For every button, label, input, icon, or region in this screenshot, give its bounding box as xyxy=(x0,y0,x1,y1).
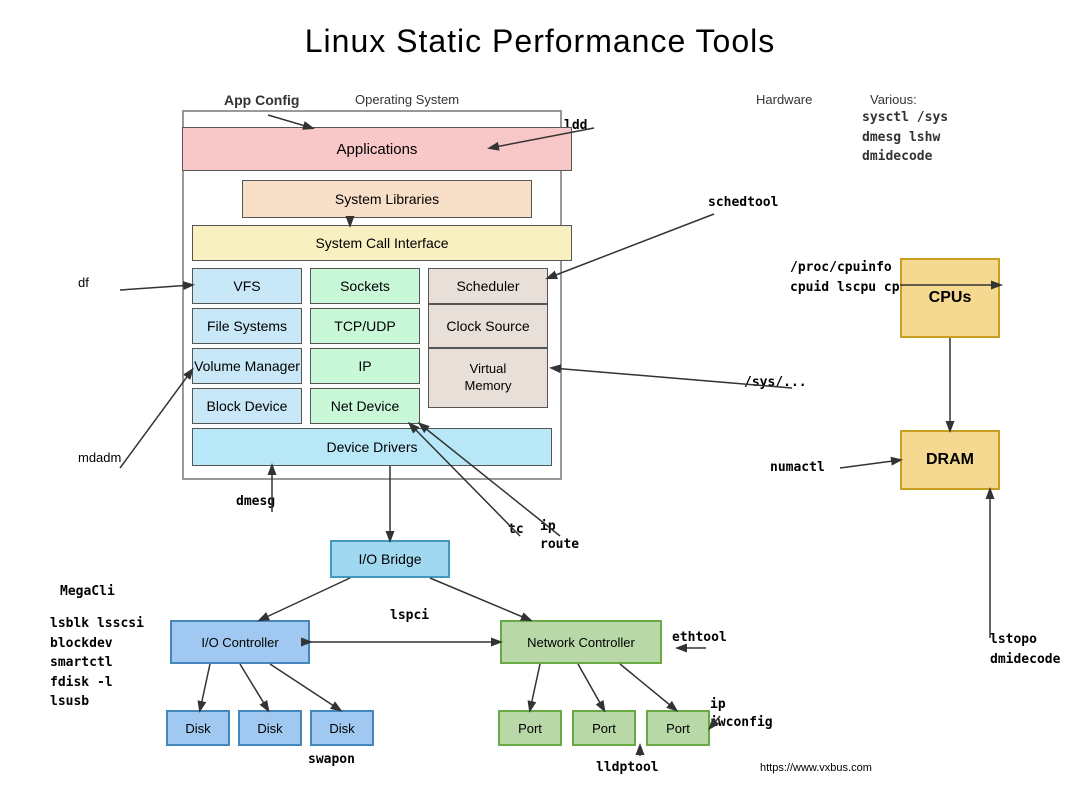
device-drivers-box: Device Drivers xyxy=(192,428,552,466)
system-call-interface-box: System Call Interface xyxy=(192,225,572,261)
swapon-label: swapon xyxy=(308,752,355,767)
lstopo-label: lstopo dmidecode xyxy=(990,630,1060,669)
schedtool-label: schedtool xyxy=(708,195,778,210)
port-box-2: Port xyxy=(572,710,636,746)
virtual-memory-box: Virtual Memory xyxy=(428,348,548,408)
website-label: https://www.vxbus.com xyxy=(760,762,872,774)
scheduler-box: Scheduler xyxy=(428,268,548,304)
ip-iwconfig-label: ip iwconfig xyxy=(710,696,773,732)
os-label: Operating System xyxy=(355,92,459,107)
various-tools: sysctl /sys dmesg lshw dmidecode xyxy=(862,108,948,167)
df-label: df xyxy=(78,275,89,290)
app-config-label: App Config xyxy=(224,92,299,108)
lspci-label: lspci xyxy=(390,608,429,623)
network-controller-box: Network Controller xyxy=(500,620,662,664)
io-bridge-box: I/O Bridge xyxy=(330,540,450,578)
ethtool-label: ethtool xyxy=(672,630,727,645)
cpus-box: CPUs xyxy=(900,258,1000,338)
megacli-label: MegaCli xyxy=(60,584,115,599)
disk-box-2: Disk xyxy=(238,710,302,746)
sys-dots-label: /sys/... xyxy=(744,375,807,390)
io-controller-box: I/O Controller xyxy=(170,620,310,664)
disk-box-1: Disk xyxy=(166,710,230,746)
vfs-box: VFS xyxy=(192,268,302,304)
mdadm-label: mdadm xyxy=(78,450,121,465)
file-systems-box: File Systems xyxy=(192,308,302,344)
page-title: Linux Static Performance Tools xyxy=(0,5,1080,68)
diagram-container: Linux Static Performance Tools App Confi… xyxy=(0,0,1080,750)
applications-box: Applications xyxy=(182,127,572,171)
numactl-label: numactl xyxy=(770,460,825,475)
sockets-box: Sockets xyxy=(310,268,420,304)
ip-box: IP xyxy=(310,348,420,384)
tcp-udp-box: TCP/UDP xyxy=(310,308,420,344)
volume-manager-box: Volume Manager xyxy=(192,348,302,384)
hardware-label: Hardware xyxy=(756,92,812,107)
ip-route-label: ip route xyxy=(540,518,579,554)
various-label: Various: xyxy=(870,92,917,107)
tc-label: tc xyxy=(508,522,524,537)
net-device-box: Net Device xyxy=(310,388,420,424)
lldptool-label: lldptool xyxy=(596,760,659,775)
dmesg-label: dmesg xyxy=(236,494,275,509)
block-device-box: Block Device xyxy=(192,388,302,424)
disk-box-3: Disk xyxy=(310,710,374,746)
dram-box: DRAM xyxy=(900,430,1000,490)
port-box-3: Port xyxy=(646,710,710,746)
port-box-1: Port xyxy=(498,710,562,746)
lsblk-label: lsblk lsscsi blockdev smartctl fdisk -l … xyxy=(50,614,144,712)
clock-source-box: Clock Source xyxy=(428,304,548,348)
system-libraries-box: System Libraries xyxy=(242,180,532,218)
